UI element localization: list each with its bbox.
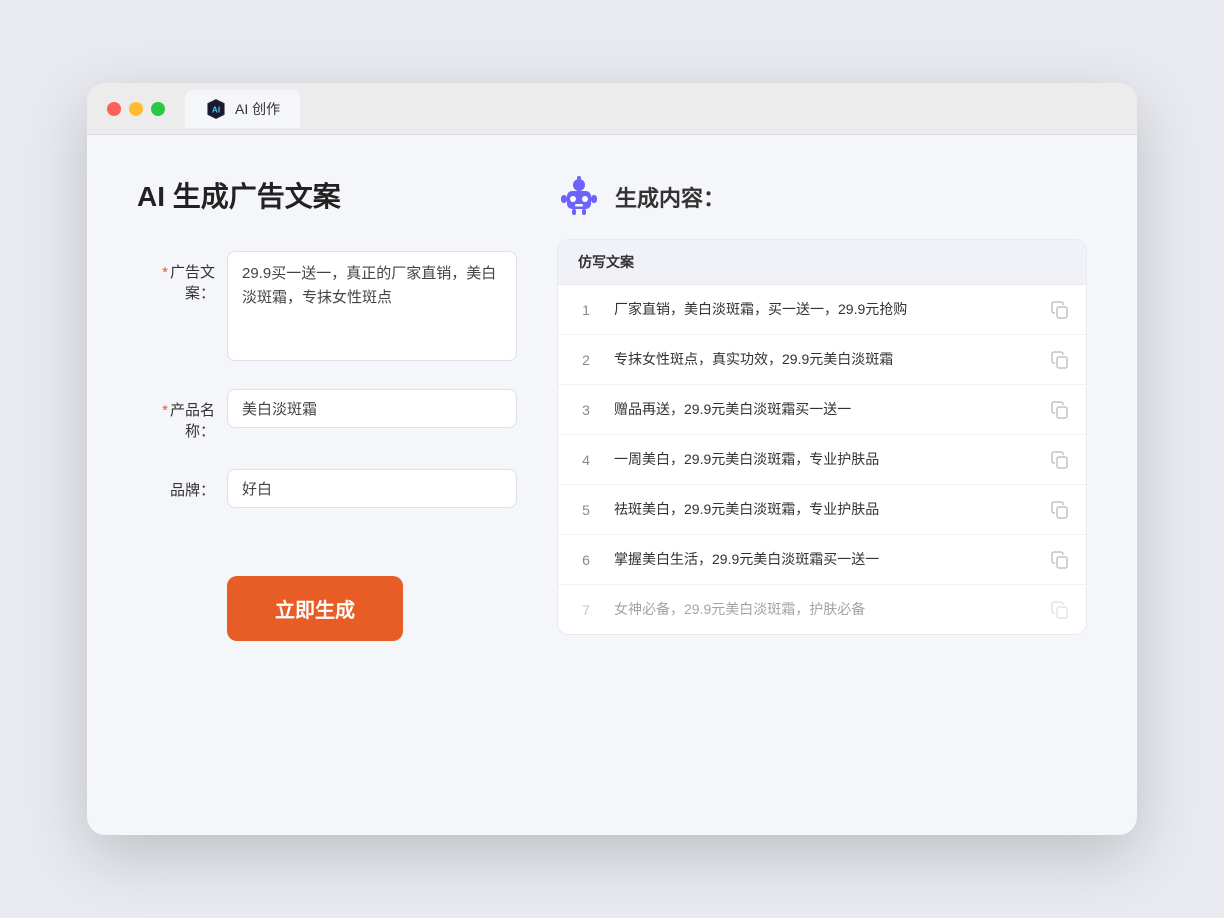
svg-text:AI: AI (212, 105, 220, 114)
left-panel: AI 生成广告文案 *广告文案： *产品名称： 品牌： 立 (137, 175, 517, 795)
result-row: 1 厂家直销，美白淡斑霜，买一送一，29.9元抢购 (558, 285, 1086, 335)
browser-titlebar: AI AI 创作 (87, 83, 1137, 135)
copy-icon[interactable] (1050, 500, 1070, 520)
right-panel: 生成内容： 仿写文案 1 厂家直销，美白淡斑霜，买一送一，29.9元抢购 2 专抹女… (557, 175, 1087, 795)
minimize-button[interactable] (129, 102, 143, 116)
ad-copy-label: *广告文案： (137, 251, 227, 303)
product-name-label: *产品名称： (137, 389, 227, 441)
result-row: 4 一周美白，29.9元美白淡斑霜，专业护肤品 (558, 435, 1086, 485)
ad-copy-input[interactable] (227, 251, 517, 361)
tab-label: AI 创作 (235, 99, 280, 119)
result-row-number: 5 (574, 502, 598, 518)
result-row-number: 1 (574, 302, 598, 318)
page-title: AI 生成广告文案 (137, 175, 517, 215)
ai-tab-icon: AI (205, 98, 227, 120)
result-row: 3 赠品再送，29.9元美白淡斑霜买一送一 (558, 385, 1086, 435)
ad-copy-row: *广告文案： (137, 251, 517, 361)
result-row: 5 祛斑美白，29.9元美白淡斑霜，专业护肤品 (558, 485, 1086, 535)
result-table-header: 仿写文案 (558, 240, 1086, 285)
brand-row: 品牌： (137, 469, 517, 508)
copy-icon[interactable] (1050, 600, 1070, 620)
copy-icon[interactable] (1050, 400, 1070, 420)
copy-icon[interactable] (1050, 300, 1070, 320)
required-star-2: * (162, 402, 168, 419)
result-header: 生成内容： (557, 175, 1087, 219)
result-row: 7 女神必备，29.9元美白淡斑霜，护肤必备 (558, 585, 1086, 634)
generate-button[interactable]: 立即生成 (227, 576, 403, 641)
result-row-text: 赠品再送，29.9元美白淡斑霜买一送一 (614, 399, 1034, 420)
copy-icon[interactable] (1050, 350, 1070, 370)
result-row-number: 7 (574, 602, 598, 618)
close-button[interactable] (107, 102, 121, 116)
traffic-lights (107, 102, 165, 116)
result-row-text: 专抹女性斑点，真实功效，29.9元美白淡斑霜 (614, 349, 1034, 370)
brand-label: 品牌： (137, 469, 227, 500)
result-row-text: 女神必备，29.9元美白淡斑霜，护肤必备 (614, 599, 1034, 620)
maximize-button[interactable] (151, 102, 165, 116)
robot-icon (557, 175, 601, 219)
brand-input[interactable] (227, 469, 517, 508)
result-row: 2 专抹女性斑点，真实功效，29.9元美白淡斑霜 (558, 335, 1086, 385)
product-name-row: *产品名称： (137, 389, 517, 441)
browser-window: AI AI 创作 AI 生成广告文案 *广告文案： *产品名称： (87, 83, 1137, 835)
result-row-number: 3 (574, 402, 598, 418)
result-table: 仿写文案 1 厂家直销，美白淡斑霜，买一送一，29.9元抢购 2 专抹女性斑点，真实… (557, 239, 1087, 635)
result-row-text: 掌握美白生活，29.9元美白淡斑霜买一送一 (614, 549, 1034, 570)
result-row-number: 6 (574, 552, 598, 568)
browser-content: AI 生成广告文案 *广告文案： *产品名称： 品牌： 立 (87, 135, 1137, 835)
copy-icon[interactable] (1050, 550, 1070, 570)
result-title: 生成内容： (615, 181, 725, 213)
browser-tab[interactable]: AI AI 创作 (185, 90, 300, 128)
product-name-input[interactable] (227, 389, 517, 428)
result-row: 6 掌握美白生活，29.9元美白淡斑霜买一送一 (558, 535, 1086, 585)
result-row-text: 厂家直销，美白淡斑霜，买一送一，29.9元抢购 (614, 299, 1034, 320)
required-star: * (162, 264, 168, 281)
copy-icon[interactable] (1050, 450, 1070, 470)
result-row-text: 祛斑美白，29.9元美白淡斑霜，专业护肤品 (614, 499, 1034, 520)
result-row-number: 2 (574, 352, 598, 368)
result-rows-container: 1 厂家直销，美白淡斑霜，买一送一，29.9元抢购 2 专抹女性斑点，真实功效，29… (558, 285, 1086, 634)
result-row-number: 4 (574, 452, 598, 468)
result-row-text: 一周美白，29.9元美白淡斑霜，专业护肤品 (614, 449, 1034, 470)
